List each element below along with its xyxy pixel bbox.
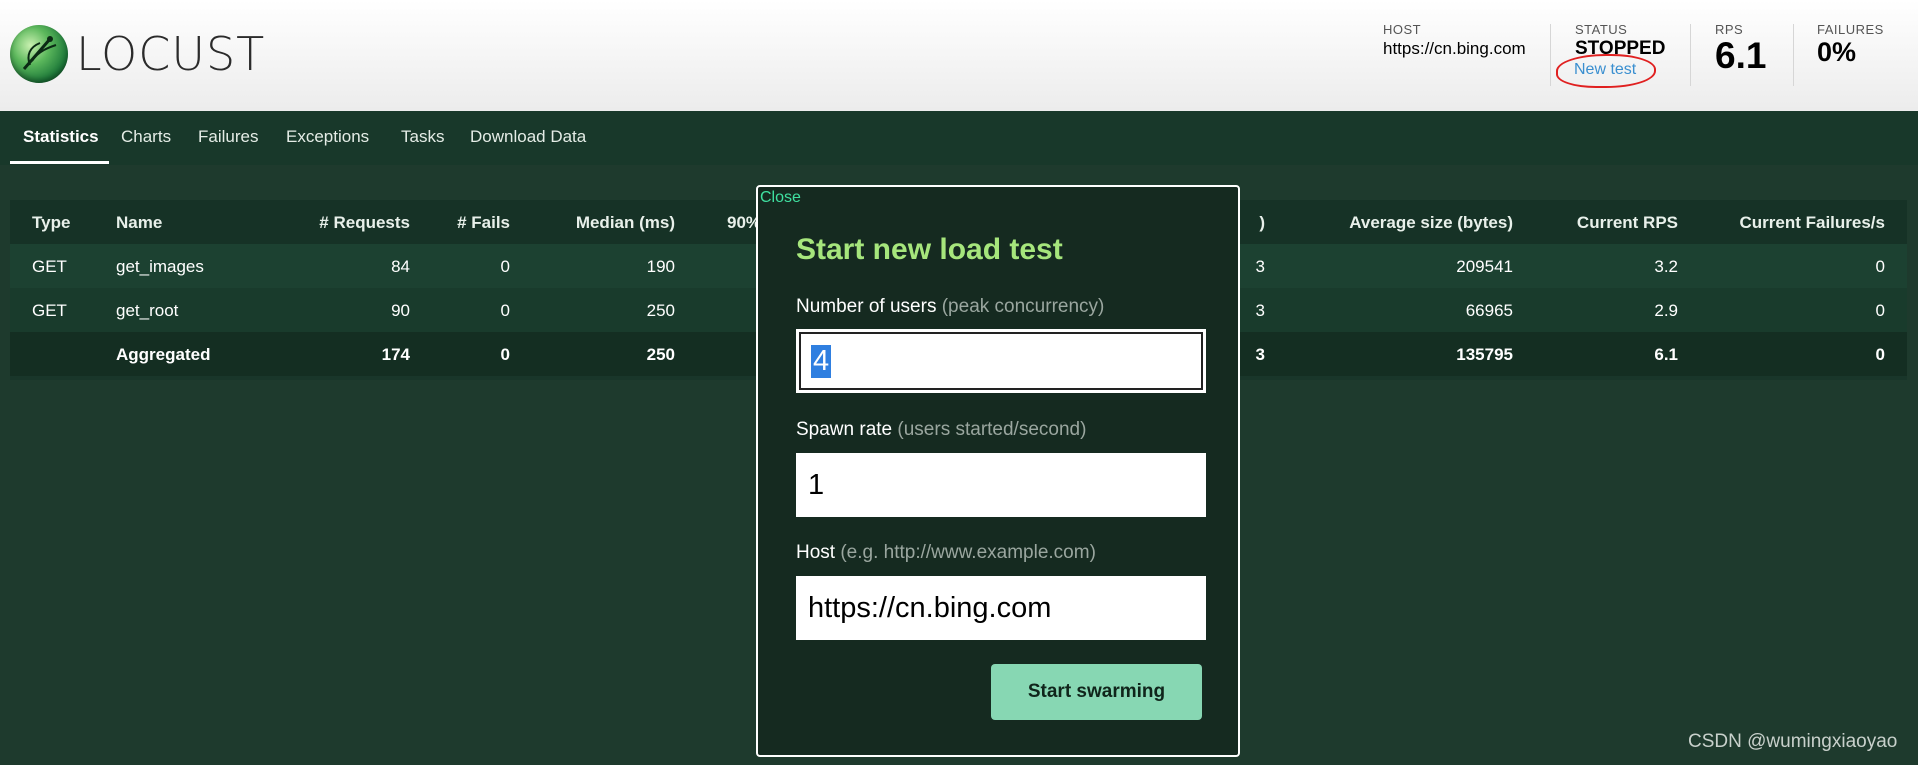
spawn-rate-field-label: Spawn rate (users started/second): [796, 419, 1086, 441]
status-label: STATUS: [1575, 22, 1628, 37]
users-field-label: Number of users (peak concurrency): [796, 296, 1104, 318]
spawn-rate-input[interactable]: 1: [796, 453, 1206, 517]
users-input[interactable]: 4: [796, 329, 1206, 393]
cell-median: 250: [646, 301, 675, 320]
column-header-requests[interactable]: # Requests: [319, 213, 410, 233]
main-tabs: Statistics Charts Failures Exceptions Ta…: [0, 111, 1918, 165]
cell-name: get_root: [116, 301, 179, 320]
host-stat: HOST https://cn.bing.com: [1383, 22, 1526, 59]
cell-current-failures: 0: [1875, 345, 1885, 364]
cell-fails: 0: [500, 257, 510, 276]
cell-current-rps: 3.2: [1654, 257, 1678, 276]
column-header-name[interactable]: Name: [116, 213, 162, 233]
top-header: LOCUST HOST https://cn.bing.com STATUS S…: [0, 0, 1918, 111]
cell-requests: 90: [391, 301, 410, 320]
cell-fails: 0: [500, 345, 510, 364]
locust-logo-icon: [10, 25, 68, 83]
rps-stat: RPS 6.1: [1715, 22, 1766, 77]
cell-hidden: 3: [1255, 345, 1265, 364]
tab-statistics[interactable]: Statistics: [23, 127, 99, 147]
header-divider: [1550, 24, 1551, 86]
host-label: HOST: [1383, 22, 1422, 37]
host-field-label: Host (e.g. http://www.example.com): [796, 542, 1096, 564]
cell-current-rps: 2.9: [1654, 301, 1678, 320]
new-test-link[interactable]: New test: [1574, 61, 1636, 79]
column-header-current-rps[interactable]: Current RPS: [1577, 213, 1678, 233]
cell-median: 250: [646, 345, 675, 364]
cell-current-rps: 6.1: [1654, 345, 1678, 364]
users-label-text: Number of users: [796, 296, 937, 317]
column-header-median[interactable]: Median (ms): [576, 213, 675, 233]
cell-avg-size: 66965: [1465, 301, 1513, 320]
new-test-dialog: Close Start new load test Number of user…: [756, 185, 1240, 757]
locust-logo: LOCUST: [10, 24, 265, 84]
tab-charts[interactable]: Charts: [121, 127, 171, 147]
column-header-avg-size[interactable]: Average size (bytes): [1349, 213, 1513, 233]
cell-median: 190: [646, 257, 675, 276]
cell-avg-size: 135795: [1456, 345, 1513, 364]
host-input[interactable]: https://cn.bing.com: [796, 576, 1206, 640]
host-label-text: Host: [796, 542, 836, 563]
rps-value: 6.1: [1715, 35, 1767, 76]
active-tab-indicator: [10, 161, 109, 164]
watermark: CSDN @wumingxiaoyao: [1688, 731, 1898, 752]
dialog-title: Start new load test: [796, 233, 1063, 266]
tab-failures[interactable]: Failures: [198, 127, 258, 147]
logo-text: LOCUST: [76, 27, 266, 81]
column-header-hidden[interactable]: ): [1259, 213, 1265, 233]
column-header-fails[interactable]: # Fails: [457, 213, 510, 233]
tab-download-data[interactable]: Download Data: [470, 127, 586, 147]
cell-fails: 0: [500, 301, 510, 320]
header-divider: [1690, 24, 1691, 86]
cell-hidden: 3: [1255, 301, 1265, 320]
start-swarming-button[interactable]: Start swarming: [991, 664, 1202, 720]
cell-avg-size: 209541: [1456, 257, 1513, 276]
failures-stat: FAILURES 0%: [1817, 22, 1884, 68]
users-hint: (peak concurrency): [941, 296, 1105, 317]
column-header-current-failures[interactable]: Current Failures/s: [1740, 213, 1886, 233]
users-input-value: 4: [811, 344, 832, 378]
spawn-rate-label-text: Spawn rate: [796, 419, 893, 440]
cell-requests: 174: [381, 345, 410, 364]
cell-requests: 84: [391, 257, 410, 276]
cell-type: GET: [32, 301, 67, 320]
failures-label: FAILURES: [1817, 22, 1884, 37]
cell-name: Aggregated: [116, 345, 211, 364]
tab-tasks[interactable]: Tasks: [401, 127, 444, 147]
spawn-rate-input-value: 1: [808, 468, 825, 501]
tab-exceptions[interactable]: Exceptions: [286, 127, 369, 147]
host-value: https://cn.bing.com: [1383, 39, 1526, 58]
cell-name: get_images: [116, 257, 204, 276]
spawn-rate-hint: (users started/second): [897, 419, 1087, 440]
host-hint: (e.g. http://www.example.com): [840, 542, 1096, 563]
cell-current-failures: 0: [1875, 301, 1885, 320]
close-link[interactable]: Close: [760, 189, 801, 207]
header-divider: [1793, 24, 1794, 86]
cell-hidden: 3: [1255, 257, 1265, 276]
cell-current-failures: 0: [1875, 257, 1885, 276]
host-input-value: https://cn.bing.com: [808, 591, 1052, 624]
cell-type: GET: [32, 257, 67, 276]
failures-value: 0%: [1817, 37, 1857, 67]
column-header-type[interactable]: Type: [32, 213, 70, 233]
